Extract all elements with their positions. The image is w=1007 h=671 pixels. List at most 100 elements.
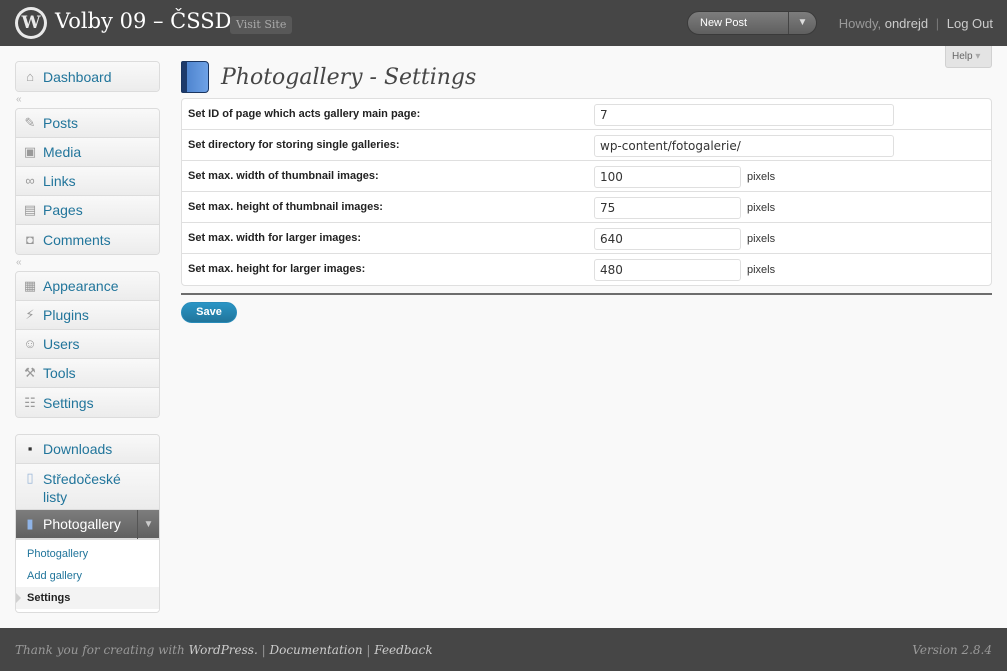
menu-item-media[interactable]: ▣ Media bbox=[16, 138, 159, 167]
save-button[interactable]: Save bbox=[181, 302, 237, 323]
tools-icon: ⚒ bbox=[24, 365, 36, 380]
menu-label-line2: listy bbox=[43, 489, 68, 505]
settings-row: Set max. width for larger images: pixels bbox=[182, 223, 991, 254]
menu-item-links[interactable]: ∞ Links bbox=[16, 167, 159, 196]
menu-item-comments[interactable]: ◘ Comments bbox=[16, 225, 159, 254]
top-header: W Volby 09 – ČSSD Visit Site New Post ▼ … bbox=[0, 0, 1007, 46]
submenu-item-photogallery[interactable]: Photogallery bbox=[16, 543, 159, 565]
menu-label: Tools bbox=[43, 365, 76, 381]
setting-label: Set max. width for larger images: bbox=[188, 232, 361, 244]
menu-item-dashboard[interactable]: ⌂ Dashboard bbox=[16, 62, 159, 91]
comment-bubble-icon: ◘ bbox=[26, 231, 34, 247]
menu-label: Pages bbox=[43, 202, 83, 218]
menu-item-stredoceske-listy[interactable]: ▯ Středočeské listy bbox=[16, 464, 159, 510]
thumb-width-input[interactable] bbox=[594, 166, 741, 188]
logout-link[interactable]: Log Out bbox=[947, 16, 993, 31]
visit-site-button[interactable]: Visit Site bbox=[230, 16, 293, 34]
admin-menu: ⌂ Dashboard « ✎ Posts ▣ Media ∞ Links ▤ … bbox=[15, 61, 160, 613]
page-heading: Photogallery - Settings bbox=[181, 59, 476, 95]
user-info: Howdy, ondrejd | Log Out bbox=[839, 16, 993, 31]
favorite-actions[interactable]: New Post ▼ bbox=[687, 11, 817, 35]
menu-item-plugins[interactable]: ⚡ Plugins bbox=[16, 301, 159, 330]
menu-group-content: ✎ Posts ▣ Media ∞ Links ▤ Pages ◘ Commen… bbox=[15, 108, 160, 255]
menu-item-users[interactable]: ☺ Users bbox=[16, 330, 159, 359]
page-title: Photogallery - Settings bbox=[221, 64, 477, 90]
thumb-height-input[interactable] bbox=[594, 197, 741, 219]
help-label: Help bbox=[952, 51, 973, 62]
unit-label: pixels bbox=[747, 264, 776, 276]
menu-separator[interactable]: « bbox=[15, 95, 160, 105]
separator: | bbox=[935, 16, 940, 31]
settings-row: Set ID of page which acts gallery main p… bbox=[182, 99, 991, 130]
setting-label: Set max. width of thumbnail images: bbox=[188, 170, 379, 182]
footer-separator: | bbox=[366, 643, 371, 657]
menu-separator[interactable]: « bbox=[15, 258, 160, 268]
large-width-input[interactable] bbox=[594, 228, 741, 250]
chevron-down-icon[interactable]: ▼ bbox=[788, 12, 816, 34]
howdy-text: Howdy, bbox=[838, 16, 882, 31]
menu-item-appearance[interactable]: ▦ Appearance bbox=[16, 272, 159, 301]
floppy-disk-icon: ▪ bbox=[27, 441, 33, 456]
footer-thanks: Thank you for creating with bbox=[15, 643, 185, 657]
users-icon: ☺ bbox=[23, 336, 37, 351]
unit-label: pixels bbox=[747, 233, 776, 245]
submenu-item-settings[interactable]: Settings bbox=[16, 587, 159, 609]
menu-label: Posts bbox=[43, 115, 79, 131]
menu-item-tools[interactable]: ⚒ Tools bbox=[16, 359, 159, 388]
menu-group-dashboard: ⌂ Dashboard bbox=[15, 61, 160, 92]
menu-label: Media bbox=[43, 144, 82, 160]
wordpress-link[interactable]: WordPress. bbox=[189, 643, 258, 657]
menu-item-pages[interactable]: ▤ Pages bbox=[16, 196, 159, 225]
unit-label: pixels bbox=[747, 202, 776, 214]
footer: Thank you for creating with WordPress. |… bbox=[0, 628, 1007, 671]
setting-label: Set ID of page which acts gallery main p… bbox=[188, 108, 421, 120]
help-tab[interactable]: Help ▾ bbox=[945, 46, 992, 68]
appearance-icon: ▦ bbox=[23, 278, 37, 293]
site-title[interactable]: Volby 09 – ČSSD bbox=[55, 9, 231, 33]
menu-label: Links bbox=[43, 173, 76, 189]
settings-row: Set directory for storing single galleri… bbox=[182, 130, 991, 161]
menu-label: Středočeské listy bbox=[43, 470, 121, 506]
document-icon: ▯ bbox=[26, 470, 34, 485]
menu-label: Plugins bbox=[43, 307, 89, 323]
gallery-page-id-input[interactable] bbox=[594, 104, 894, 126]
menu-item-settings[interactable]: ☷ Settings bbox=[16, 388, 159, 417]
photogallery-submenu: Photogallery Add gallery Settings bbox=[16, 539, 159, 612]
setting-label: Set directory for storing single galleri… bbox=[188, 139, 400, 151]
menu-label: Dashboard bbox=[43, 68, 112, 85]
wordpress-logo-icon[interactable]: W bbox=[15, 7, 47, 39]
book-icon bbox=[181, 61, 209, 93]
menu-label: Appearance bbox=[43, 278, 119, 294]
settings-row: Set max. height of thumbnail images: pix… bbox=[182, 192, 991, 223]
plug-icon: ⚡ bbox=[25, 307, 35, 322]
menu-group-plugins: ▪ Downloads ▯ Středočeské listy ▮ Photoga… bbox=[15, 434, 160, 613]
username-link[interactable]: ondrejd bbox=[885, 16, 928, 31]
menu-label: Downloads bbox=[43, 441, 113, 457]
pin-icon: ✎ bbox=[24, 115, 36, 130]
settings-row: Set max. height for larger images: pixel… bbox=[182, 254, 991, 285]
menu-item-photogallery[interactable]: ▮ Photogallery ▼ bbox=[16, 509, 159, 539]
submenu-item-add-gallery[interactable]: Add gallery bbox=[16, 565, 159, 587]
setting-label: Set max. height of thumbnail images: bbox=[188, 201, 383, 213]
house-icon: ⌂ bbox=[26, 68, 34, 84]
menu-label-line1: Středočeské bbox=[43, 471, 121, 487]
book-icon: ▮ bbox=[26, 516, 34, 531]
chevron-down-icon[interactable]: ▼ bbox=[137, 509, 159, 539]
menu-label: Comments bbox=[43, 231, 111, 248]
new-post-button[interactable]: New Post bbox=[688, 12, 788, 34]
menu-label: Photogallery bbox=[43, 516, 121, 532]
divider bbox=[181, 293, 992, 295]
menu-item-posts[interactable]: ✎ Posts bbox=[16, 109, 159, 138]
settings-sliders-icon: ☷ bbox=[24, 394, 36, 410]
footer-credits: Thank you for creating with WordPress. |… bbox=[15, 643, 433, 657]
menu-group-admin: ▦ Appearance ⚡ Plugins ☺ Users ⚒ Tools ☷… bbox=[15, 271, 160, 418]
chain-link-icon: ∞ bbox=[25, 173, 35, 188]
large-height-input[interactable] bbox=[594, 259, 741, 281]
settings-form-table: Set ID of page which acts gallery main p… bbox=[181, 98, 992, 286]
gallery-directory-input[interactable] bbox=[594, 135, 894, 157]
version-text: Version 2.8.4 bbox=[912, 643, 992, 657]
settings-row: Set max. width of thumbnail images: pixe… bbox=[182, 161, 991, 192]
feedback-link[interactable]: Feedback bbox=[374, 643, 432, 657]
documentation-link[interactable]: Documentation bbox=[269, 643, 362, 657]
menu-item-downloads[interactable]: ▪ Downloads bbox=[16, 435, 159, 464]
